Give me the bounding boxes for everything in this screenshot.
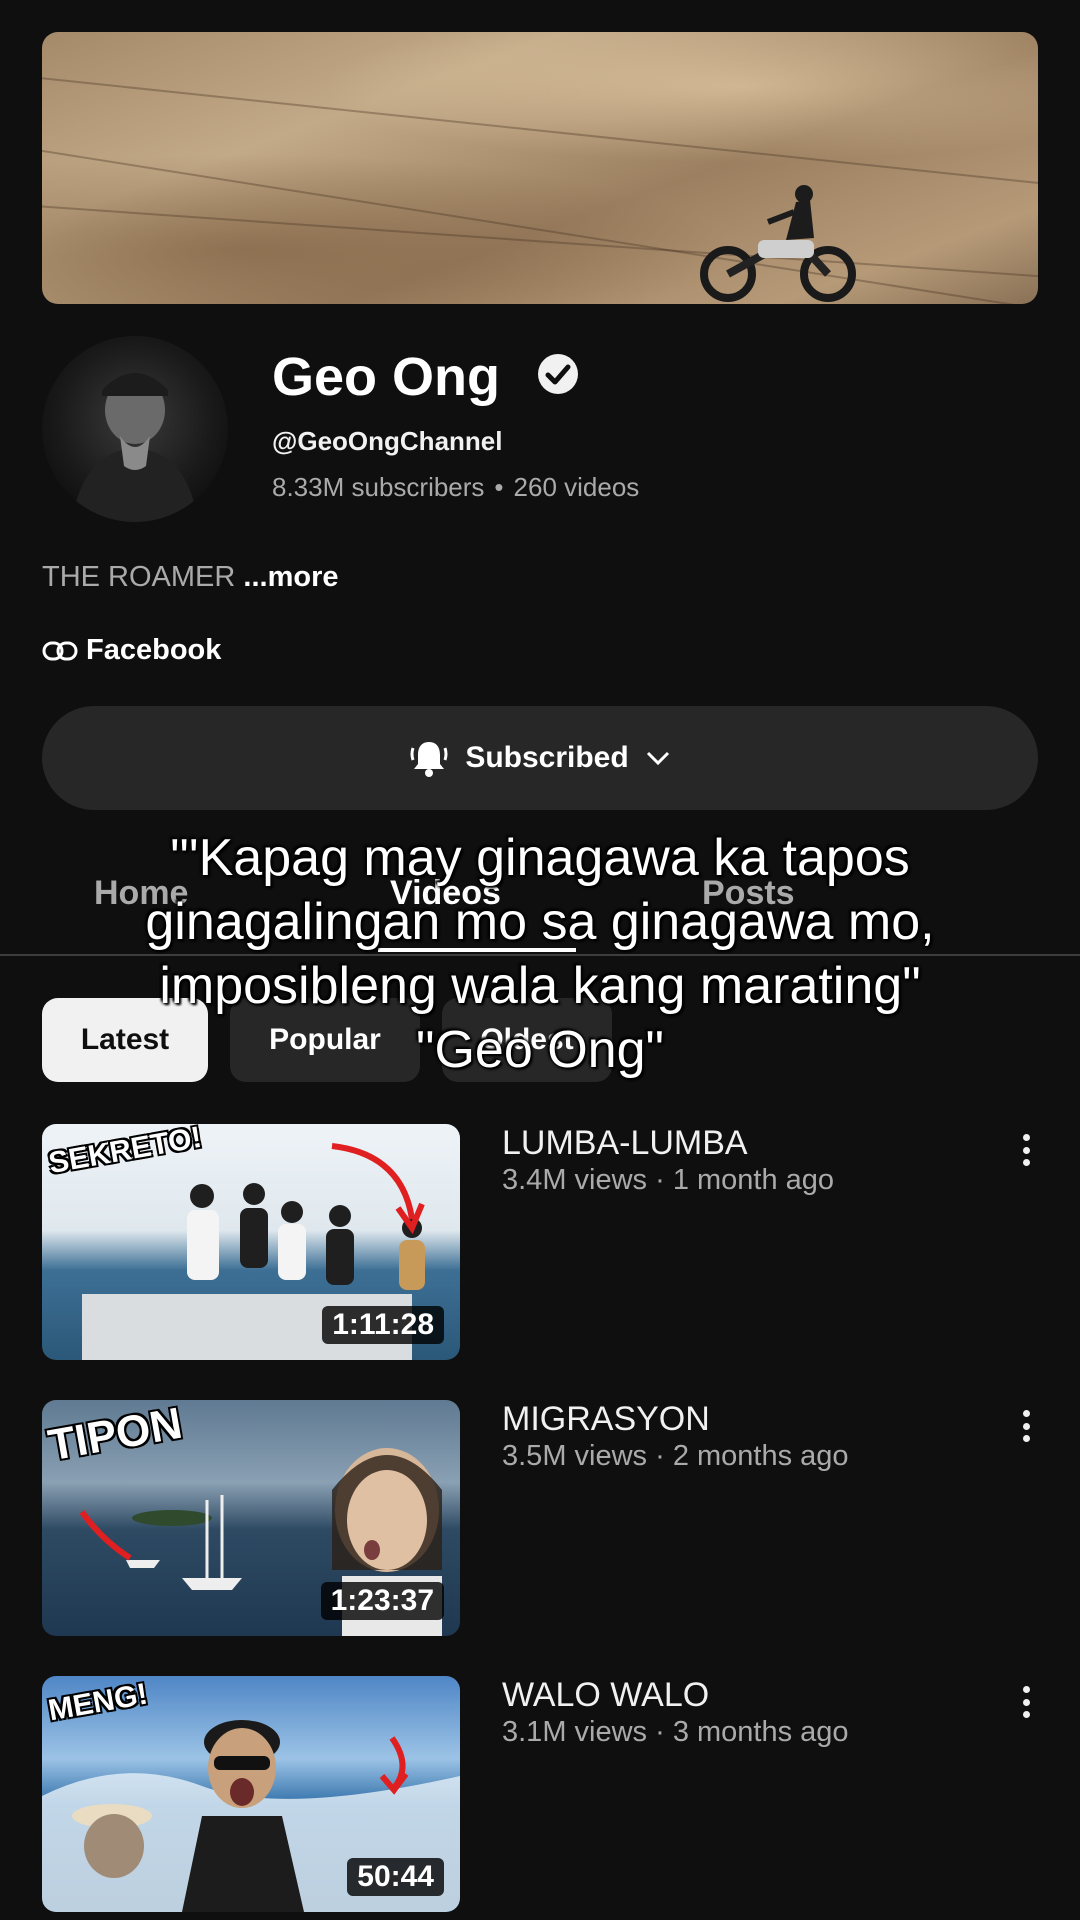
video-item[interactable]: SEKRETO! 1:11:28 LUMBA-LUMBA 3.4M views …: [42, 1124, 1038, 1360]
motorcycle-rider-image: [700, 185, 856, 302]
tab-videos[interactable]: Videos: [390, 874, 501, 913]
video-title[interactable]: MIGRASYON: [502, 1400, 710, 1439]
avatar-portrait-image: [72, 373, 198, 522]
chip-popular[interactable]: Popular: [230, 998, 420, 1082]
video-title[interactable]: WALO WALO: [502, 1676, 709, 1715]
bell-ringing-icon: [410, 742, 448, 777]
channel-avatar[interactable]: [42, 336, 228, 522]
video-thumbnail[interactable]: MENG! 50:44: [42, 1676, 460, 1912]
video-duration: 1:11:28: [322, 1306, 444, 1344]
more-options-icon[interactable]: [1014, 1682, 1038, 1722]
tab-posts[interactable]: Posts: [702, 874, 795, 913]
channel-banner: [42, 32, 1038, 304]
channel-tabs: Home Videos Posts: [0, 860, 1080, 956]
channel-name: Geo Ong: [272, 347, 500, 407]
video-thumbnail[interactable]: TIPON 1:23:37: [42, 1400, 460, 1636]
video-duration: 1:23:37: [320, 1582, 444, 1620]
video-title[interactable]: LUMBA-LUMBA: [502, 1124, 748, 1163]
tab-home[interactable]: Home: [94, 874, 188, 913]
facebook-link-label: Facebook: [86, 634, 222, 666]
chip-latest[interactable]: Latest: [42, 998, 208, 1082]
channel-stats: 8.33M subscribers • 260 videos: [272, 472, 639, 503]
chip-oldest[interactable]: Oldest: [442, 998, 612, 1082]
banner-dune-line: [42, 202, 1038, 284]
video-meta: 3.1M views · 3 months ago: [502, 1716, 849, 1748]
video-duration: 50:44: [347, 1858, 444, 1896]
subscriber-count: 8.33M subscribers: [272, 472, 485, 502]
video-item[interactable]: TIPON 1:23:37 MIGRASYON 3.5M views · 2 m…: [42, 1400, 1038, 1636]
video-count: 260 videos: [513, 472, 640, 502]
facebook-link[interactable]: Facebook: [42, 634, 221, 667]
video-thumbnail[interactable]: SEKRETO! 1:11:28: [42, 1124, 460, 1360]
subscribed-button[interactable]: Subscribed: [42, 706, 1038, 810]
channel-handle: @GeoOngChannel: [272, 426, 503, 456]
channel-description[interactable]: THE ROAMER ...more: [42, 561, 339, 594]
chevron-down-icon: [646, 751, 669, 766]
link-icon: [42, 641, 78, 660]
description-text: THE ROAMER: [42, 561, 236, 593]
video-meta: 3.5M views · 2 months ago: [502, 1440, 849, 1472]
stats-separator: •: [494, 472, 504, 502]
video-meta: 3.4M views · 1 month ago: [502, 1164, 835, 1196]
subscribed-label: Subscribed: [465, 741, 629, 774]
more-options-icon[interactable]: [1014, 1130, 1038, 1170]
more-link[interactable]: ...more: [243, 561, 338, 593]
video-item[interactable]: MENG! 50:44 WALO WALO 3.1M views · 3 mon…: [42, 1676, 1038, 1912]
verified-badge-icon: [538, 354, 578, 394]
active-tab-indicator: [378, 948, 576, 952]
more-options-icon[interactable]: [1014, 1406, 1038, 1446]
sort-filter-chips: Latest Popular Oldest: [42, 998, 612, 1082]
